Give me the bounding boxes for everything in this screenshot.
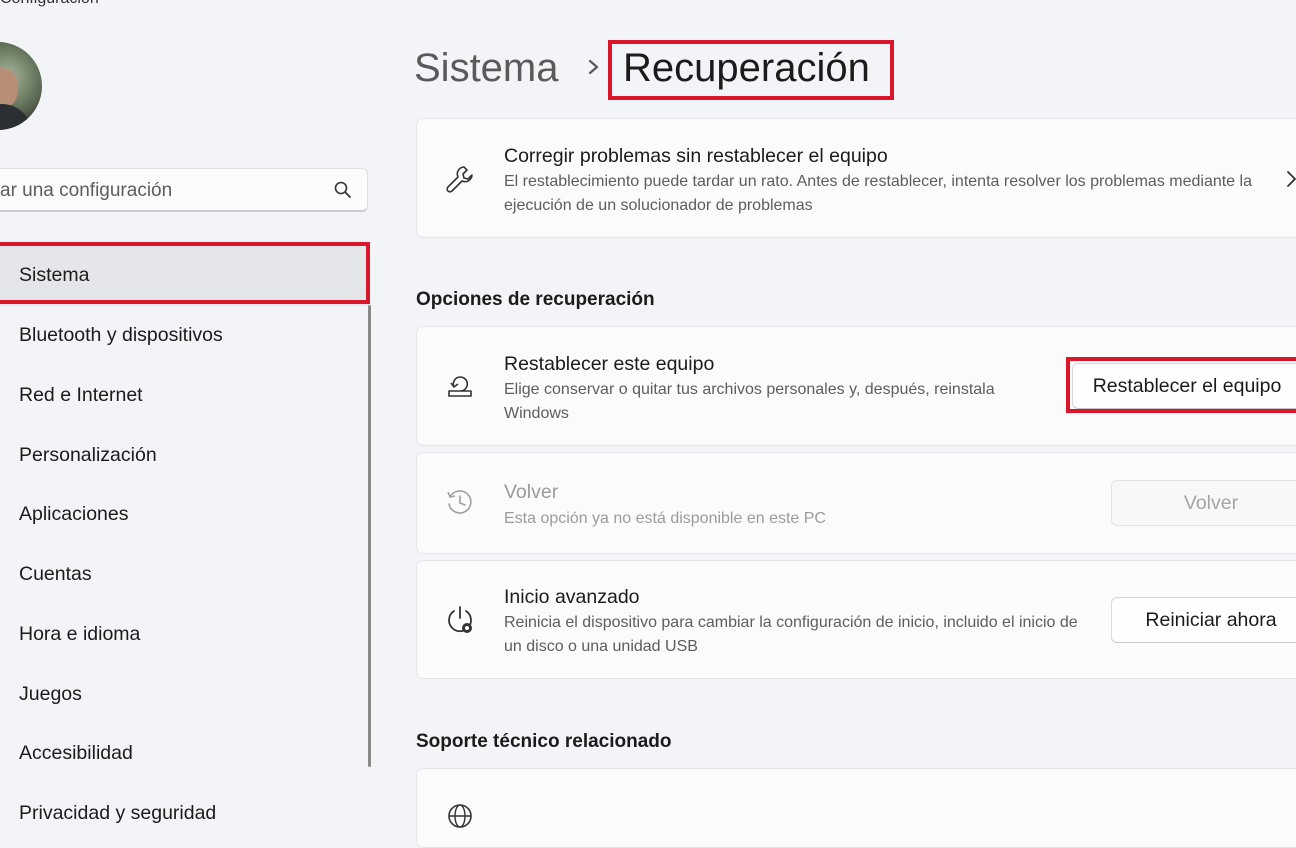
sidebar-item-bluetooth[interactable]: Bluetooth y dispositivos xyxy=(0,306,370,366)
sidebar-item-label: Cuentas xyxy=(19,563,92,586)
sidebar-nav: Sistema Bluetooth y dispositivos Red e I… xyxy=(0,246,370,844)
breadcrumb-parent[interactable]: Sistema xyxy=(414,46,559,91)
chevron-right-icon xyxy=(588,59,599,75)
app-title: Configuración xyxy=(0,0,99,8)
sidebar-item-label: Red e Internet xyxy=(19,383,143,406)
search-icon xyxy=(334,181,351,198)
highlight-box-reset-button xyxy=(1066,357,1296,413)
search-placeholder: scar una configuración xyxy=(0,180,173,201)
reset-pc-title: Restablecer este equipo xyxy=(504,353,715,375)
sidebar-item-label: Juegos xyxy=(19,682,82,705)
sidebar-item-apps[interactable]: Aplicaciones xyxy=(0,485,370,545)
sidebar-item-label: Hora e idioma xyxy=(19,622,141,645)
sidebar-item-label: Aplicaciones xyxy=(19,503,129,526)
advanced-startup-desc: Reinicia el dispositivo para cambiar la … xyxy=(504,614,1078,655)
chevron-right-icon xyxy=(1287,171,1296,187)
sidebar-item-label: Privacidad y seguridad xyxy=(19,802,217,825)
sidebar-item-label: Bluetooth y dispositivos xyxy=(19,324,223,347)
section-title-recovery: Opciones de recuperación xyxy=(416,289,655,310)
sidebar-scrollbar[interactable] xyxy=(368,305,371,767)
reset-pc-desc: Elige conservar o quitar tus archivos pe… xyxy=(504,381,995,422)
history-icon xyxy=(447,490,472,514)
go-back-button[interactable]: Volver xyxy=(1111,480,1296,526)
go-back-title: Volver xyxy=(504,481,559,503)
sidebar-item-network[interactable]: Red e Internet xyxy=(0,366,370,426)
sidebar-item-label: Accesibilidad xyxy=(19,742,133,765)
restart-now-button[interactable]: Reiniciar ahora xyxy=(1111,597,1296,643)
sidebar-item-privacy[interactable]: Privacidad y seguridad xyxy=(0,784,370,844)
highlight-box-sistema xyxy=(0,242,370,304)
fix-problems-desc: El restablecimiento puede tardar un rato… xyxy=(504,173,1252,214)
sidebar-item-personalization[interactable]: Personalización xyxy=(0,425,370,485)
section-title-support: Soporte técnico relacionado xyxy=(416,731,672,752)
globe-icon xyxy=(448,804,472,828)
search-input[interactable]: scar una configuración xyxy=(0,168,368,212)
sidebar-item-accessibility[interactable]: Accesibilidad xyxy=(0,724,370,784)
support-card[interactable] xyxy=(416,768,1296,848)
fix-problems-title: Corregir problemas sin restablecer el eq… xyxy=(504,145,888,167)
reset-pc-icon xyxy=(448,376,472,397)
sidebar-item-accounts[interactable]: Cuentas xyxy=(0,545,370,605)
sidebar-item-gaming[interactable]: Juegos xyxy=(0,664,370,724)
power-settings-icon xyxy=(448,606,472,633)
highlight-box-title xyxy=(608,40,894,100)
advanced-startup-title: Inicio avanzado xyxy=(504,586,640,608)
avatar[interactable] xyxy=(0,42,42,130)
sidebar-item-label: Personalización xyxy=(19,443,157,466)
wrench-icon xyxy=(446,166,473,193)
fix-problems-card[interactable]: Corregir problemas sin restablecer el eq… xyxy=(416,118,1296,238)
sidebar-item-time-language[interactable]: Hora e idioma xyxy=(0,605,370,665)
